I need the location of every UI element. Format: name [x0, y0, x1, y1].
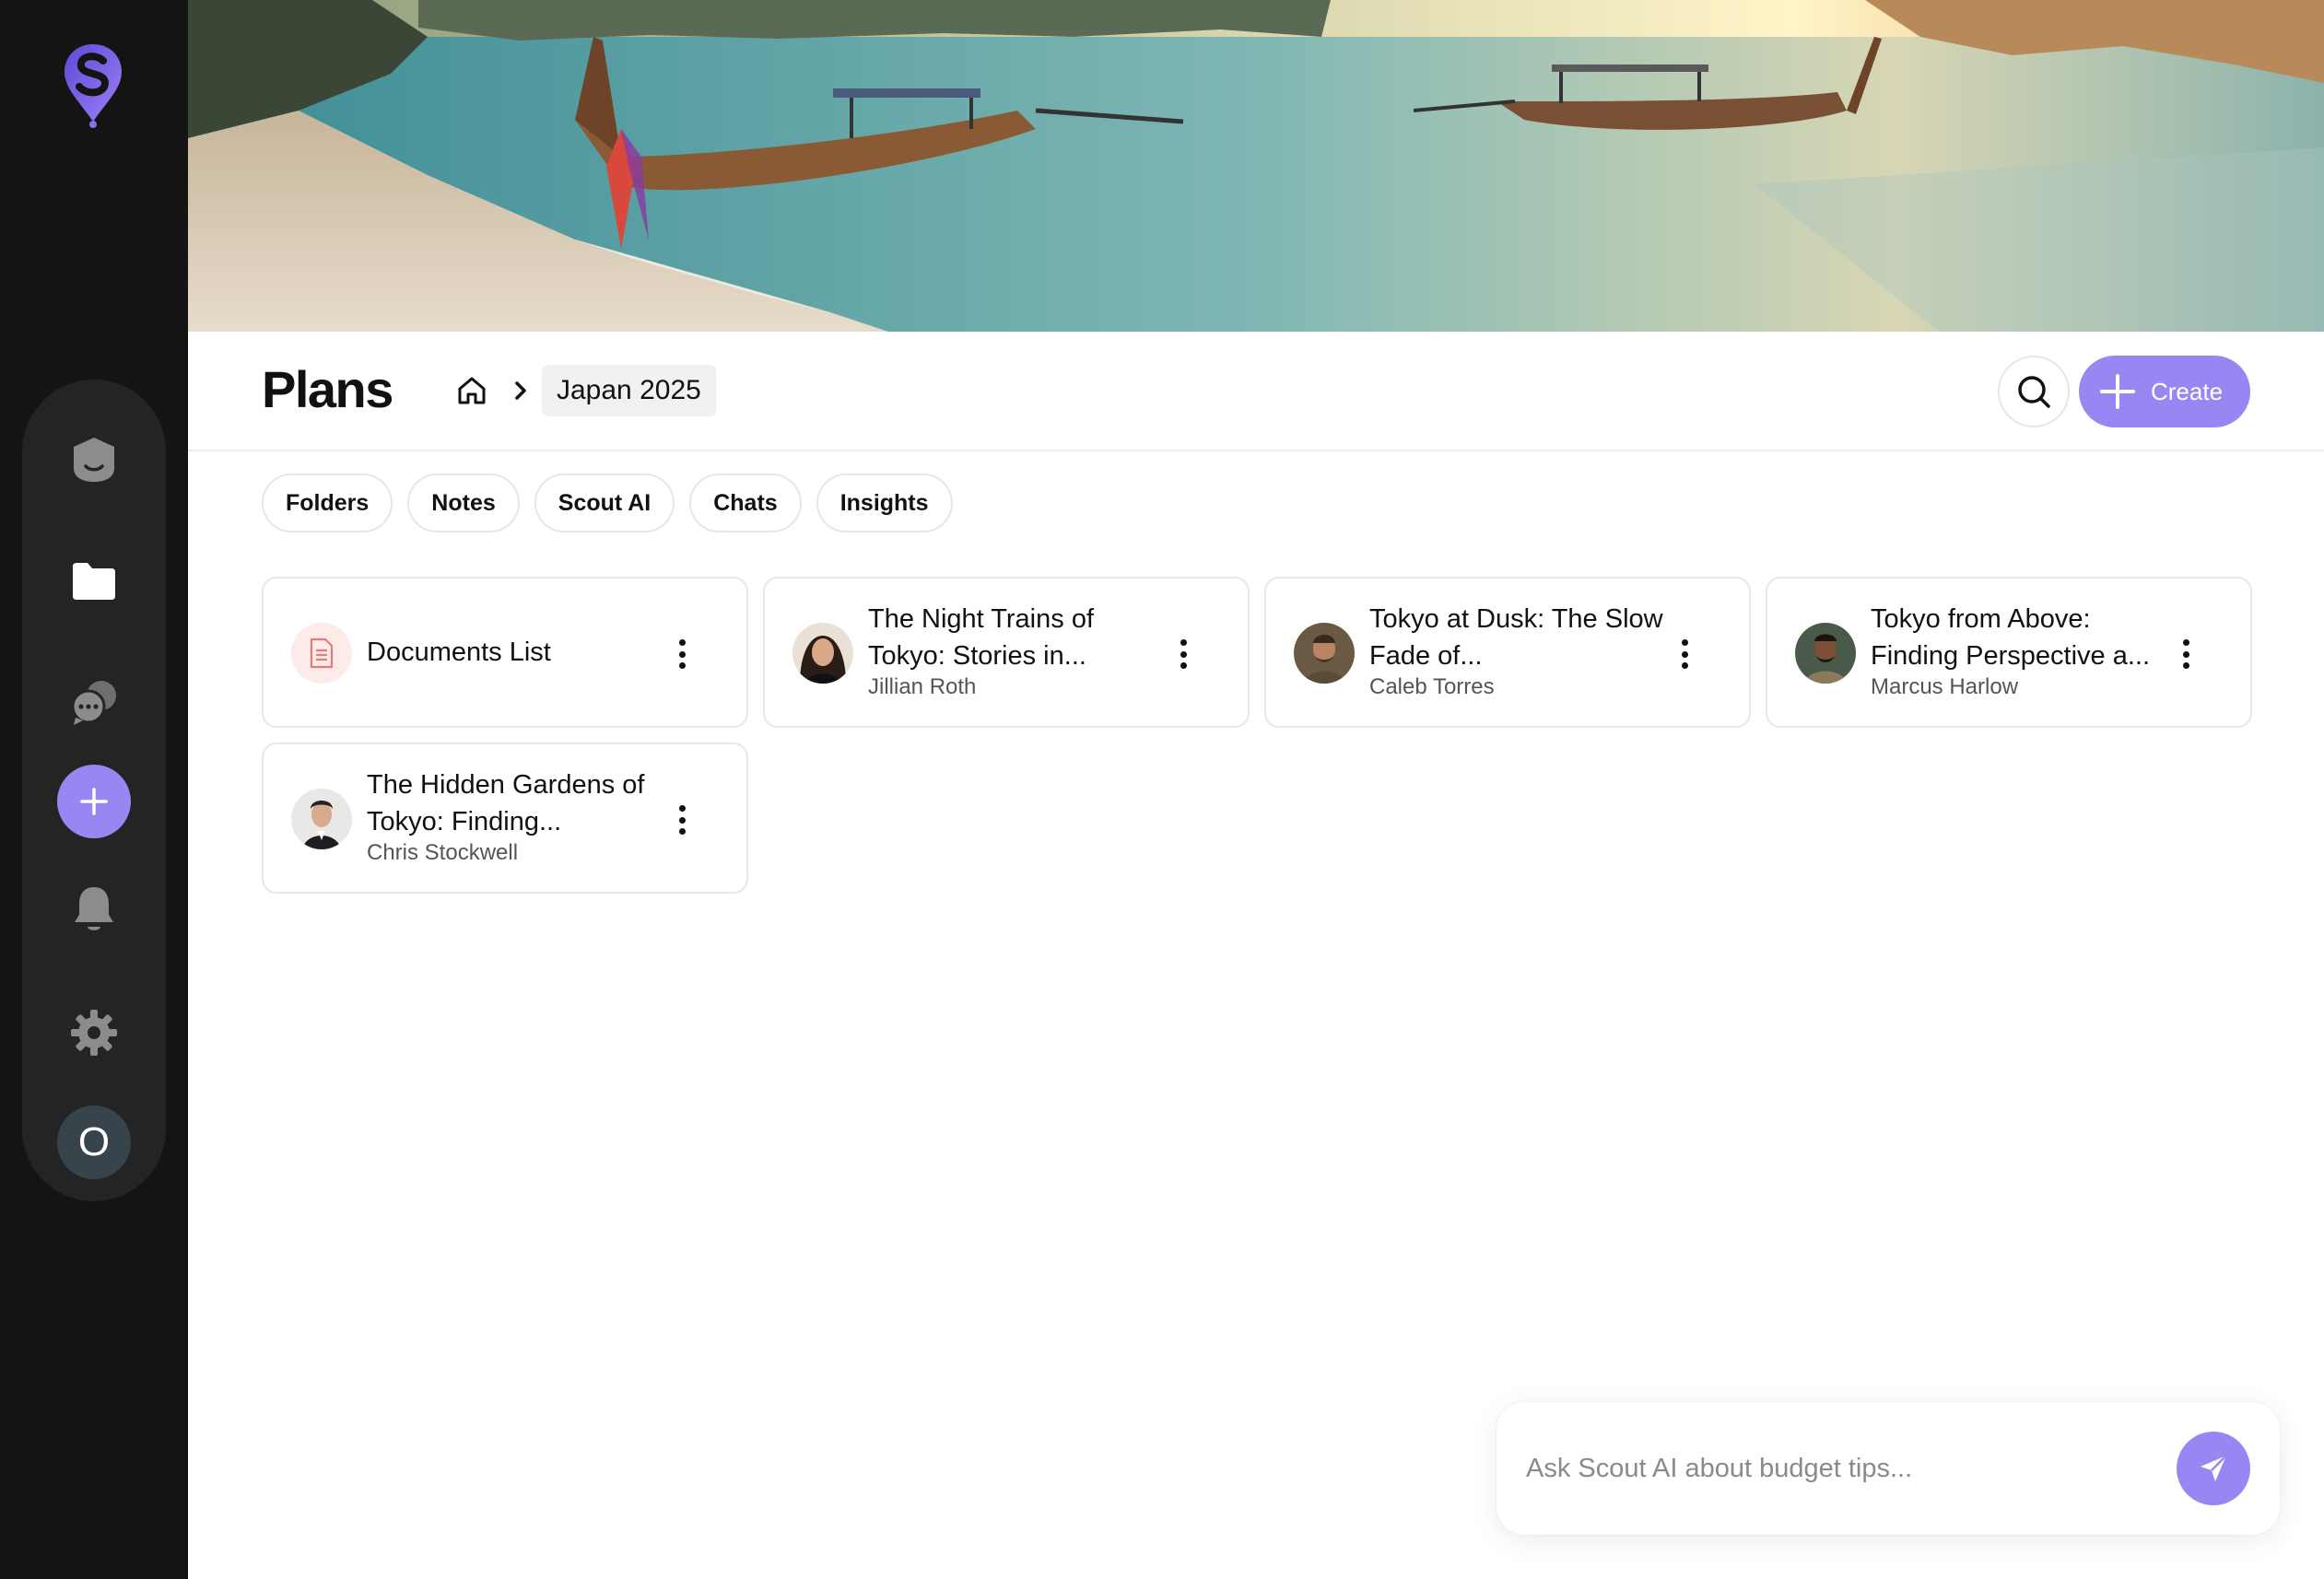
card-documents-list[interactable]: Documents List [262, 577, 748, 728]
ask-scout-ai-input[interactable] [1526, 1441, 2153, 1496]
sidebar-item-profile[interactable] [22, 418, 166, 501]
card-title: The Night Trains of Tokyo: Stories in... [868, 604, 1094, 671]
create-button[interactable]: Create [2079, 356, 2250, 427]
sidebar-item-settings[interactable] [22, 991, 166, 1074]
bell-icon [75, 887, 113, 930]
ask-scout-ai-box [1497, 1402, 2280, 1535]
folder-icon [73, 563, 115, 600]
card-author: Chris Stockwell [367, 840, 519, 865]
card-author: Marcus Harlow [1871, 674, 2019, 699]
card-tokyo-from-above[interactable]: Tokyo from Above: Finding Perspective a.… [1766, 577, 2252, 728]
plus-icon [80, 788, 108, 815]
sidebar-add-button[interactable] [57, 765, 131, 838]
tab-chats[interactable]: Chats [689, 474, 802, 532]
more-options-icon[interactable] [1668, 636, 1701, 673]
tab-scout-ai[interactable]: Scout AI [534, 474, 675, 532]
card-title: Tokyo from Above: Finding Perspective a.… [1871, 604, 2151, 671]
more-options-icon[interactable] [2169, 636, 2202, 673]
search-icon [2018, 376, 2050, 408]
avatar [1294, 623, 1355, 684]
card-tokyo-at-dusk[interactable]: Tokyo at Dusk: The Slow Fade of... Caleb… [1264, 577, 1751, 728]
more-options-icon[interactable] [665, 801, 698, 838]
plus-icon [2100, 374, 2135, 409]
search-button[interactable] [1998, 356, 2070, 427]
page-header: Plans Japan 2025 Create [188, 332, 2324, 451]
gear-icon [71, 1010, 117, 1056]
create-button-label: Create [2151, 377, 2224, 405]
avatar [1795, 623, 1856, 684]
sidebar-item-notifications[interactable] [22, 868, 166, 951]
tab-folders[interactable]: Folders [262, 474, 393, 532]
scout-logo-icon[interactable] [59, 41, 127, 129]
avatar [792, 623, 853, 684]
card-night-trains[interactable]: The Night Trains of Tokyo: Stories in...… [763, 577, 1250, 728]
document-icon [291, 623, 352, 684]
tab-notes[interactable]: Notes [407, 474, 520, 532]
sidebar-item-folders[interactable] [22, 540, 166, 623]
send-icon [2201, 1455, 2227, 1481]
sidebar-rail: O [22, 380, 166, 1201]
sidebar-item-chats[interactable] [22, 661, 166, 744]
sidebar: O [0, 0, 188, 1579]
card-title: Tokyo at Dusk: The Slow Fade of... [1369, 604, 1663, 671]
breadcrumb-home[interactable] [455, 374, 488, 407]
user-avatar[interactable]: O [57, 1105, 131, 1179]
more-options-icon[interactable] [665, 636, 698, 673]
filter-tabs: Folders Notes Scout AI Chats Insights [262, 474, 953, 532]
home-icon [458, 377, 486, 404]
avatar [291, 789, 352, 849]
chevron-right-icon [511, 378, 531, 404]
card-author: Caleb Torres [1369, 674, 1495, 699]
more-options-icon[interactable] [1167, 636, 1200, 673]
card-author: Jillian Roth [868, 674, 977, 699]
breadcrumb-current[interactable]: Japan 2025 [542, 365, 716, 416]
profile-icon [74, 438, 114, 482]
send-button[interactable] [2177, 1432, 2250, 1505]
card-hidden-gardens[interactable]: The Hidden Gardens of Tokyo: Finding... … [262, 743, 748, 894]
page-title: Plans [262, 360, 393, 418]
hero-banner-image [188, 0, 2324, 332]
chat-icon [71, 681, 116, 725]
card-title: Documents List [367, 637, 551, 667]
tab-insights[interactable]: Insights [816, 474, 953, 532]
card-title: The Hidden Gardens of Tokyo: Finding... [367, 770, 645, 836]
